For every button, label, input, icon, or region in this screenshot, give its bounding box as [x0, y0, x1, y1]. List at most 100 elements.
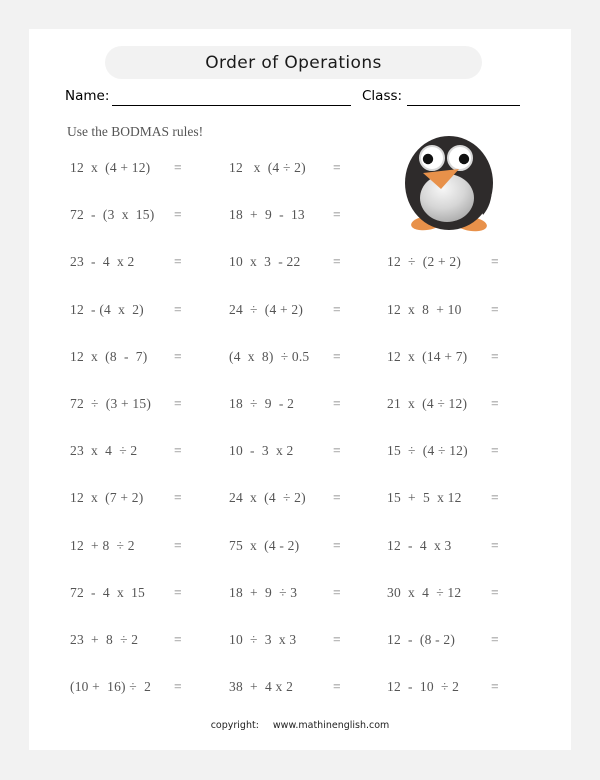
problem-column-2-2[interactable]: 18 + 9 - 13 =: [229, 207, 379, 223]
equals-sign: =: [333, 348, 341, 364]
problem-expression: 12 x (4 ÷ 2): [229, 160, 306, 175]
problem-expression: 10 ÷ 3 x 3: [229, 632, 297, 647]
equals-sign: =: [333, 207, 341, 223]
problem-column-2-1[interactable]: 12 x (4 ÷ 2) =: [229, 160, 379, 176]
equals-sign: =: [174, 207, 182, 223]
problem-expression: 23 x 4 ÷ 2: [70, 443, 138, 459]
problem-column-2-7[interactable]: 10 - 3 x 2 =: [229, 443, 379, 459]
equals-sign: =: [491, 396, 499, 411]
problem-column-1-1[interactable]: 12 x (4 + 12) =: [70, 160, 220, 176]
problem-expression: (4 x 8) ÷ 0.5: [229, 348, 310, 364]
problem-expression: 18 + 9 - 13: [229, 207, 305, 223]
worksheet-page: Order of Operations Name: Class: Use the…: [29, 29, 571, 750]
problem-expression: 12 - 4 x 3: [387, 537, 452, 553]
equals-sign: =: [333, 679, 341, 695]
equals-sign: =: [333, 396, 341, 411]
equals-sign: =: [333, 632, 341, 647]
problem-column-3-9[interactable]: 12 - 4 x 3 =: [387, 538, 537, 554]
problem-expression: 12 ÷ (2 + 2): [387, 254, 462, 270]
problem-column-2-4[interactable]: 24 ÷ (4 + 2) =: [229, 302, 379, 318]
problem-column-3-5[interactable]: 12 x (14 + 7) =: [387, 349, 537, 365]
equals-sign: =: [491, 443, 499, 459]
problem-column-2-5[interactable]: (4 x 8) ÷ 0.5 =: [229, 349, 379, 365]
problem-expression: 12 + 8 ÷ 2: [70, 537, 135, 553]
site-url: www.mathinenglish.com: [272, 720, 390, 731]
problem-column-1-7[interactable]: 23 x 4 ÷ 2 =: [70, 443, 220, 459]
problem-column-3-12[interactable]: 12 - 10 ÷ 2 =: [387, 679, 537, 695]
problem-column-3-7[interactable]: 15 ÷ (4 ÷ 12) =: [387, 443, 537, 459]
equals-sign: =: [174, 679, 182, 695]
problem-expression: 12 - (8 - 2): [387, 632, 456, 647]
problem-expression: 12 x (14 + 7): [387, 348, 468, 364]
equals-sign: =: [333, 537, 341, 553]
problem-column-3-8[interactable]: 15 + 5 x 12 =: [387, 490, 537, 506]
problem-column-1-8[interactable]: 12 x (7 + 2) =: [70, 490, 220, 506]
problem-expression: 12 - 10 ÷ 2: [387, 679, 460, 695]
problem-column-2-8[interactable]: 24 x (4 ÷ 2) =: [229, 490, 379, 506]
equals-sign: =: [491, 679, 499, 695]
problem-column-3-3[interactable]: 12 ÷ (2 + 2) =: [387, 254, 537, 270]
equals-sign: =: [174, 160, 182, 175]
problem-column-2-6[interactable]: 18 ÷ 9 - 2 =: [229, 396, 379, 412]
problem-column-1-12[interactable]: (10 + 16) ÷ 2 =: [70, 679, 220, 695]
problem-expression: 12 x 8 + 10: [387, 301, 462, 317]
problem-column-2-3[interactable]: 10 x 3 - 22 =: [229, 254, 379, 270]
equals-sign: =: [491, 301, 499, 317]
problem-expression: 10 - 3 x 2: [229, 443, 294, 459]
problem-expression: 75 x (4 - 2): [229, 537, 300, 553]
equals-sign: =: [174, 490, 182, 506]
problem-expression: 18 + 9 ÷ 3: [229, 584, 298, 600]
problem-column-1-3[interactable]: 23 - 4 x 2 =: [70, 254, 220, 270]
equals-sign: =: [333, 584, 341, 600]
problem-column-1-6[interactable]: 72 ÷ (3 + 15) =: [70, 396, 220, 412]
equals-sign: =: [174, 632, 182, 647]
footer: copyright: www.mathinenglish.com: [29, 720, 571, 731]
problem-column-1-2[interactable]: 72 - (3 x 15) =: [70, 207, 220, 223]
problem-expression: 23 - 4 x 2: [70, 254, 135, 270]
problem-column-2-12[interactable]: 38 + 4 x 2 =: [229, 679, 379, 695]
problem-expression: 12 x (7 + 2): [70, 490, 144, 506]
equals-sign: =: [491, 348, 499, 364]
equals-sign: =: [333, 490, 341, 506]
problem-column-2-10[interactable]: 18 + 9 ÷ 3 =: [229, 585, 379, 601]
problem-expression: 23 + 8 ÷ 2: [70, 632, 139, 647]
problem-column-1-4[interactable]: 12 - (4 x 2) =: [70, 302, 220, 318]
equals-sign: =: [174, 254, 182, 270]
equals-sign: =: [333, 254, 341, 270]
problem-column-1-9[interactable]: 12 + 8 ÷ 2 =: [70, 538, 220, 554]
problem-expression: 72 ÷ (3 + 15): [70, 396, 152, 411]
problem-column-1-11[interactable]: 23 + 8 ÷ 2 =: [70, 632, 220, 648]
problem-expression: 24 ÷ (4 + 2): [229, 301, 304, 317]
equals-sign: =: [174, 443, 182, 459]
problem-column-2-9[interactable]: 75 x (4 - 2) =: [229, 538, 379, 554]
problem-expression: 15 ÷ (4 ÷ 12): [387, 443, 468, 459]
problem-expression: 18 ÷ 9 - 2: [229, 396, 295, 411]
problem-column-3-6[interactable]: 21 x (4 ÷ 12) =: [387, 396, 537, 412]
problem-expression: 30 x 4 ÷ 12: [387, 584, 462, 600]
equals-sign: =: [174, 348, 182, 364]
problem-column-2-11[interactable]: 10 ÷ 3 x 3 =: [229, 632, 379, 648]
equals-sign: =: [174, 537, 182, 553]
problems-grid: 12 x (4 + 12) = 72 - (3 x 15) = 23 - 4 x 2 = 1…: [29, 29, 571, 750]
problem-expression: 12 - (4 x 2): [70, 301, 144, 317]
problem-column-3-11[interactable]: 12 - (8 - 2) =: [387, 632, 537, 648]
equals-sign: =: [491, 584, 499, 600]
problem-expression: 15 + 5 x 12: [387, 490, 462, 506]
problem-column-1-10[interactable]: 72 - 4 x 15 =: [70, 585, 220, 601]
equals-sign: =: [333, 160, 341, 175]
equals-sign: =: [491, 490, 499, 506]
problem-expression: 12 x (4 + 12): [70, 160, 151, 175]
problem-column-3-4[interactable]: 12 x 8 + 10 =: [387, 302, 537, 318]
equals-sign: =: [491, 254, 499, 270]
equals-sign: =: [174, 396, 182, 411]
problem-expression: (10 + 16) ÷ 2: [70, 679, 152, 695]
problem-column-3-10[interactable]: 30 x 4 ÷ 12 =: [387, 585, 537, 601]
equals-sign: =: [174, 301, 182, 317]
problem-expression: 38 + 4 x 2: [229, 679, 294, 695]
equals-sign: =: [491, 537, 499, 553]
problem-expression: 24 x (4 ÷ 2): [229, 490, 306, 506]
equals-sign: =: [174, 584, 182, 600]
equals-sign: =: [333, 301, 341, 317]
problem-column-1-5[interactable]: 12 x (8 - 7) =: [70, 349, 220, 365]
problem-expression: 21 x (4 ÷ 12): [387, 396, 468, 411]
